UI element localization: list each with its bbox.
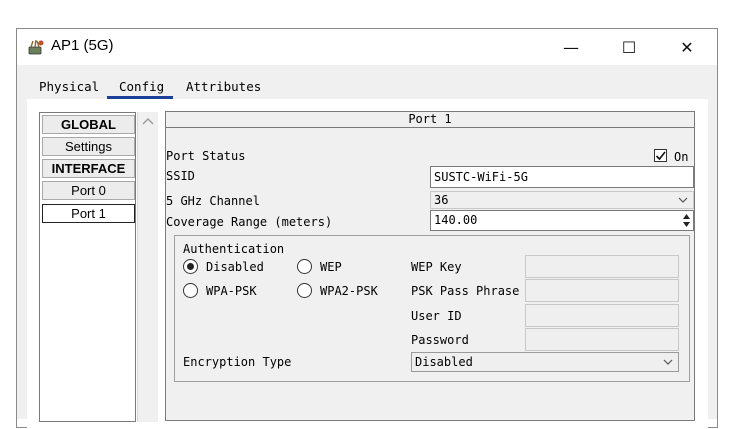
authentication-title: Authentication [183, 242, 285, 256]
maximize-button[interactable]: ☐ [600, 29, 658, 65]
sidebar-header-global[interactable]: GLOBAL [42, 115, 135, 134]
close-button[interactable]: ✕ [658, 29, 716, 65]
sidebar-header-interface[interactable]: INTERFACE [42, 159, 135, 178]
maximize-icon: ☐ [621, 37, 637, 57]
encryption-type-label: Encryption Type [183, 355, 292, 369]
sidebar-scrollbar[interactable] [137, 112, 158, 422]
encryption-type-value: Disabled [415, 355, 473, 369]
port-status-checkbox[interactable] [654, 149, 667, 162]
ssid-label: SSID [166, 169, 195, 183]
wep-key-label: WEP Key [411, 260, 462, 274]
ssid-value: SUSTC-WiFi-5G [434, 170, 528, 184]
sidebar-item-port-1[interactable]: Port 1 [42, 204, 135, 223]
port-title: Port 1 [166, 112, 694, 128]
psk-pass-phrase-label: PSK Pass Phrase [411, 284, 520, 298]
radio-wep[interactable] [297, 259, 312, 274]
coverage-value: 140.00 [434, 213, 478, 227]
radio-wpa-psk-label: WPA-PSK [206, 284, 257, 298]
user-id-label: User ID [411, 309, 462, 323]
chevron-down-icon [663, 359, 673, 365]
port-config-frame: Port 1 Port Status On SSID SUSTC-WiFi-5G… [165, 111, 695, 421]
title-bar[interactable]: AP1 (5G) — ☐ ✕ [17, 29, 717, 65]
coverage-label: Coverage Range (meters) [166, 215, 333, 229]
wep-key-input[interactable] [525, 255, 679, 278]
psk-pass-phrase-input[interactable] [525, 279, 679, 302]
password-input[interactable] [525, 328, 679, 351]
radio-wep-label: WEP [320, 260, 342, 274]
channel-value: 36 [434, 193, 449, 207]
scroll-up-icon[interactable] [142, 117, 154, 125]
coverage-input[interactable]: 140.00 [430, 210, 694, 231]
chevron-down-icon [678, 197, 688, 203]
checkmark-icon [655, 151, 666, 161]
sidebar: GLOBAL Settings INTERFACE Port 0 Port 1 [39, 112, 136, 422]
radio-disabled-label: Disabled [206, 260, 264, 274]
password-label: Password [411, 333, 469, 347]
router-icon [28, 39, 44, 55]
window-client: Physical Config Attributes GLOBAL Settin… [17, 65, 717, 429]
tab-physical[interactable]: Physical [39, 79, 99, 94]
channel-label: 5 GHz Channel [166, 194, 260, 208]
close-icon: ✕ [680, 37, 694, 57]
spinner-arrows-icon[interactable] [680, 211, 693, 230]
authentication-group: Authentication Disabled WEP WPA-PSK WPA2… [174, 235, 690, 382]
minimize-button[interactable]: — [542, 29, 600, 65]
radio-disabled[interactable] [183, 259, 198, 274]
user-id-input[interactable] [525, 304, 679, 327]
ssid-input[interactable]: SUSTC-WiFi-5G [430, 166, 694, 188]
encryption-type-select[interactable]: Disabled [411, 352, 679, 372]
radio-wpa2-psk[interactable] [297, 283, 312, 298]
radio-wpa2-psk-label: WPA2-PSK [320, 284, 378, 298]
radio-wpa-psk[interactable] [183, 283, 198, 298]
port-status-label: Port Status [166, 149, 246, 163]
window-title: AP1 (5G) [51, 37, 114, 54]
tab-config[interactable]: Config [119, 79, 164, 94]
sidebar-item-port-0[interactable]: Port 0 [42, 181, 135, 200]
tab-attributes[interactable]: Attributes [186, 79, 261, 94]
sidebar-item-settings[interactable]: Settings [42, 137, 135, 156]
channel-select[interactable]: 36 [430, 191, 694, 209]
port-status-on-label: On [674, 150, 689, 164]
minimize-icon: — [563, 37, 579, 57]
